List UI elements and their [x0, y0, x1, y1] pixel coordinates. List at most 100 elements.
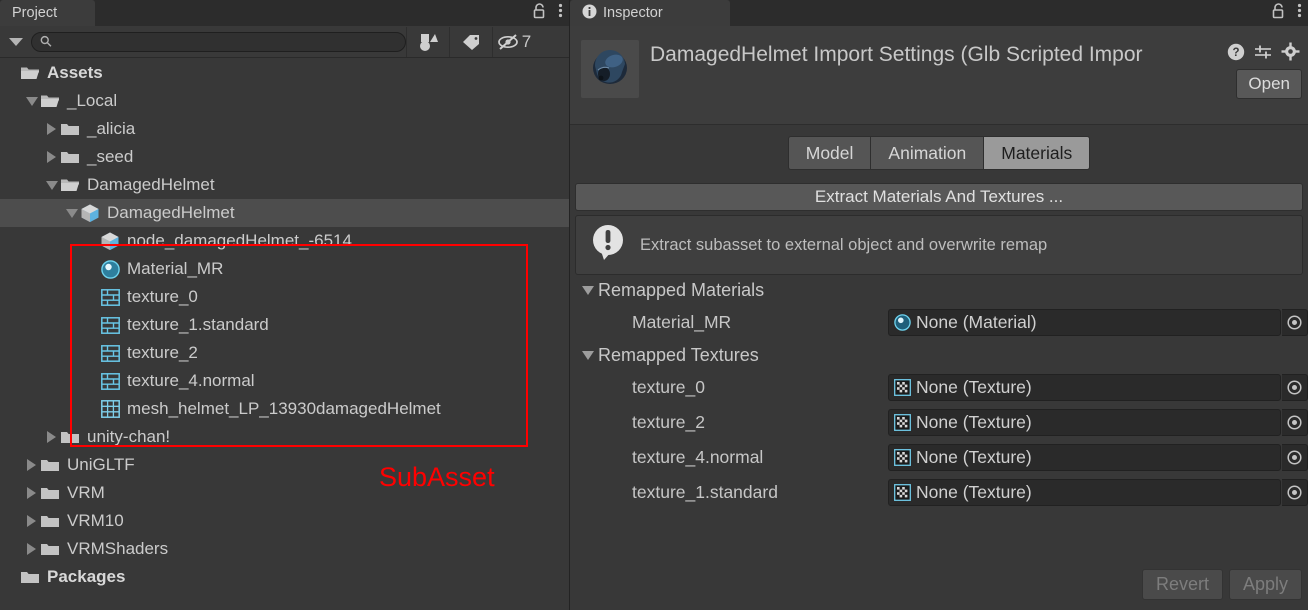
tab-inspector-label: Inspector	[603, 5, 663, 21]
section-header[interactable]: Remapped Textures	[570, 340, 1308, 370]
lock-icon[interactable]	[532, 2, 547, 24]
object-picker-button[interactable]	[1282, 309, 1308, 336]
tree-row-label: node_damagedHelmet_-6514	[127, 231, 352, 250]
tree-row[interactable]: unity-chan!	[0, 423, 569, 451]
project-asset-tree[interactable]: Assets _Local _alicia _seed DamagedHelmet Dam…	[0, 59, 569, 610]
kebab-menu-icon[interactable]	[558, 2, 563, 24]
texture-icon	[894, 484, 911, 501]
foldout-closed-icon[interactable]	[44, 143, 59, 171]
object-picker-button[interactable]	[1282, 479, 1308, 506]
extract-materials-button[interactable]: Extract Materials And Textures ...	[575, 183, 1303, 211]
foldout-closed-icon[interactable]	[24, 451, 39, 479]
remap-sections: Remapped Materials Material_MR None (Mater…	[570, 275, 1308, 510]
tab-materials[interactable]: Materials	[983, 136, 1091, 170]
foldout-closed-icon[interactable]	[24, 507, 39, 535]
search-box[interactable]	[31, 31, 406, 52]
revert-button[interactable]: Revert	[1141, 569, 1223, 600]
remap-field-label: Material_MR	[632, 312, 732, 332]
tree-row[interactable]: _seed	[0, 143, 569, 171]
lock-icon[interactable]	[1271, 2, 1286, 24]
foldout-open-icon[interactable]	[64, 199, 79, 227]
tree-row[interactable]: texture_0	[0, 283, 569, 311]
tab-project[interactable]: Project	[0, 0, 95, 26]
page-title: DamagedHelmet Import Settings (Glb Scrip…	[650, 43, 1143, 66]
hidden-assets-count: 7	[521, 31, 532, 51]
tree-row[interactable]: _Local	[0, 87, 569, 115]
warning-icon	[590, 223, 626, 268]
texture-icon	[894, 379, 911, 396]
foldout-open-icon[interactable]	[582, 350, 594, 360]
tab-project-label: Project	[12, 5, 58, 21]
folder-icon	[39, 511, 61, 531]
remap-field-label: texture_0	[632, 377, 705, 397]
tree-row-label: Packages	[47, 567, 126, 586]
folder-open-icon	[59, 175, 81, 195]
folder-open-icon	[19, 63, 41, 83]
remap-field-row: texture_0 None (Texture)	[570, 370, 1308, 405]
tree-row[interactable]: Material_MR	[0, 255, 569, 283]
tab-animation[interactable]: Animation	[870, 136, 984, 170]
remap-field-row: Material_MR None (Material)	[570, 305, 1308, 340]
view-options-dropdown-icon[interactable]	[9, 37, 23, 46]
object-picker-button[interactable]	[1282, 444, 1308, 471]
search-icon	[40, 35, 52, 47]
tree-row[interactable]: texture_2	[0, 339, 569, 367]
tree-row[interactable]: VRMShaders	[0, 535, 569, 563]
foldout-closed-icon[interactable]	[44, 423, 59, 451]
folder-icon	[59, 119, 81, 139]
foldout-closed-icon[interactable]	[24, 479, 39, 507]
folder-icon	[59, 147, 81, 167]
foldout-open-icon[interactable]	[24, 87, 39, 115]
search-input[interactable]	[57, 34, 397, 49]
object-picker-button[interactable]	[1282, 374, 1308, 401]
tree-row[interactable]: mesh_helmet_LP_13930damagedHelmet	[0, 395, 569, 423]
tree-row[interactable]: VRM10	[0, 507, 569, 535]
project-toolbar: 7	[0, 26, 569, 58]
preset-icon[interactable]	[1254, 43, 1272, 66]
foldout-open-icon[interactable]	[582, 285, 594, 295]
prefab-icon	[99, 231, 121, 251]
open-button[interactable]: Open	[1236, 69, 1302, 99]
texture-icon	[99, 315, 121, 335]
tree-row-label: texture_2	[127, 343, 198, 362]
foldout-closed-icon[interactable]	[24, 535, 39, 563]
tree-row[interactable]: texture_4.normal	[0, 367, 569, 395]
kebab-menu-icon[interactable]	[1297, 2, 1302, 24]
tree-row[interactable]: texture_1.standard	[0, 311, 569, 339]
tree-row-label: VRMShaders	[67, 539, 169, 558]
help-icon[interactable]: ?	[1227, 43, 1245, 66]
type-filter-icon	[420, 33, 438, 51]
foldout-spacer	[84, 283, 99, 311]
object-field[interactable]: None (Material)	[888, 309, 1281, 336]
tree-row[interactable]: Assets	[0, 59, 569, 87]
object-field[interactable]: None (Texture)	[888, 479, 1281, 506]
tab-model[interactable]: Model	[787, 136, 871, 170]
subasset-annotation-label: SubAsset	[379, 462, 495, 492]
object-field[interactable]: None (Texture)	[888, 374, 1281, 401]
info-icon	[582, 4, 597, 23]
type-filter-button[interactable]	[406, 26, 449, 57]
texture-icon	[894, 449, 911, 466]
tree-row[interactable]: DamagedHelmet	[0, 171, 569, 199]
object-picker-button[interactable]	[1282, 409, 1308, 436]
apply-button[interactable]: Apply	[1228, 569, 1302, 600]
tab-inspector[interactable]: Inspector	[570, 0, 730, 26]
project-tabbar-actions	[532, 0, 563, 26]
tree-row[interactable]: Packages	[0, 563, 569, 591]
hidden-assets-filter-button[interactable]: 7	[492, 26, 535, 57]
gear-icon[interactable]	[1281, 42, 1300, 66]
foldout-closed-icon[interactable]	[44, 115, 59, 143]
tree-row[interactable]: DamagedHelmet	[0, 199, 569, 227]
tree-row[interactable]: node_damagedHelmet_-6514	[0, 227, 569, 255]
label-filter-button[interactable]	[449, 26, 492, 57]
help-message-box: Extract subasset to external object and …	[575, 215, 1303, 275]
object-field-value: None (Texture)	[916, 447, 1032, 467]
inspector-tabbar-actions	[1271, 0, 1302, 26]
foldout-open-icon[interactable]	[44, 171, 59, 199]
tree-row[interactable]: _alicia	[0, 115, 569, 143]
tree-row-label: Material_MR	[127, 259, 224, 278]
object-field[interactable]: None (Texture)	[888, 444, 1281, 471]
prefab-icon	[79, 203, 101, 223]
section-header[interactable]: Remapped Materials	[570, 275, 1308, 305]
object-field[interactable]: None (Texture)	[888, 409, 1281, 436]
